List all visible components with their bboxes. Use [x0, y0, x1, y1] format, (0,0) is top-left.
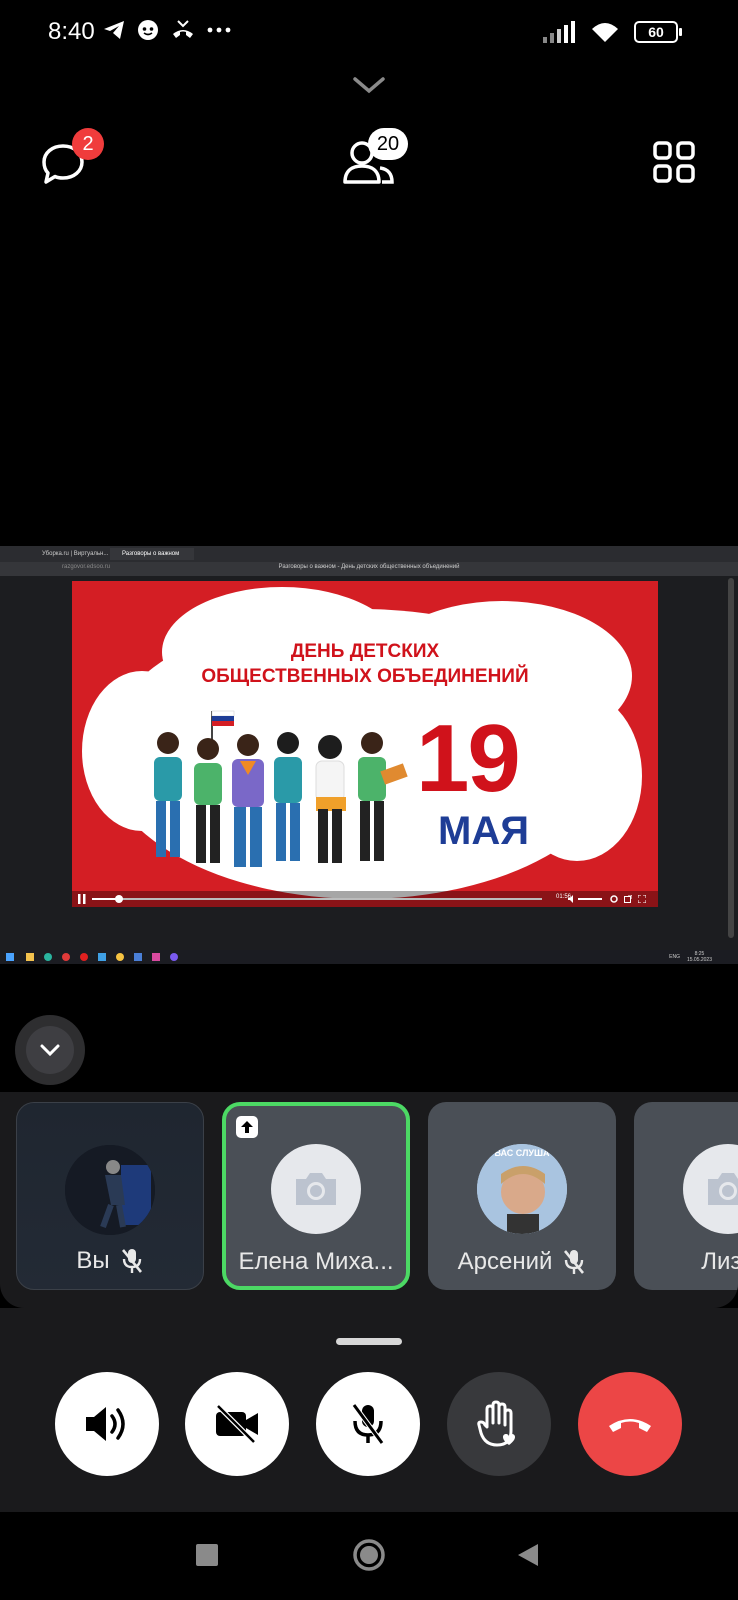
- chat-button[interactable]: 2: [40, 128, 110, 196]
- status-system-icons: 60: [542, 20, 682, 44]
- opera-icon: [80, 953, 88, 961]
- volume-slider[interactable]: [578, 898, 602, 900]
- settings-icon[interactable]: [610, 895, 618, 903]
- avatar: [271, 1144, 361, 1234]
- explorer-icon: [26, 953, 34, 961]
- chat-bot-icon: [138, 20, 158, 40]
- video-controls: 01:56: [72, 891, 658, 907]
- collapse-participants-button[interactable]: [15, 1015, 85, 1085]
- chat-unread-badge: 2: [72, 128, 104, 160]
- participant-tile-self[interactable]: Вы: [16, 1102, 204, 1290]
- mic-off-icon: [121, 1249, 142, 1273]
- external-link-icon[interactable]: [624, 895, 632, 903]
- drag-handle[interactable]: [336, 1338, 402, 1345]
- grid-view-icon[interactable]: [652, 140, 696, 184]
- status-notification-icons: [102, 18, 232, 42]
- taskbar-language: ENG: [669, 954, 680, 960]
- banner-title-line1: ДЕНЬ ДЕТСКИХ: [290, 641, 440, 662]
- telegram-icon: [104, 21, 124, 39]
- app-icon: [98, 953, 106, 961]
- participant-strip: Вы Елена Миха... ВАС СЛУША Арсений Лиз: [0, 1092, 738, 1308]
- browser-address-bar: razgovor.edsoo.ru Разговоры о важном - Д…: [0, 562, 738, 576]
- arrow-up-icon: [241, 1121, 253, 1133]
- taskbar-clock-date: 15.05.2023: [686, 957, 712, 963]
- browser-tab: Уборка.ru | Виртуальн...: [42, 551, 109, 557]
- shared-screen[interactable]: Уборка.ru | Виртуальн... Разговоры о важ…: [0, 546, 738, 964]
- banner-title-line2: ОБЩЕСТВЕННЫХ ОБЪЕДИНЕНИЙ: [201, 666, 529, 687]
- mic-off-icon: [351, 1403, 385, 1445]
- banner-date-month: МАЯ: [438, 809, 529, 853]
- browser-scrollbar: [728, 578, 734, 938]
- raise-hand-button[interactable]: [447, 1372, 551, 1476]
- windows-start-icon: [6, 953, 14, 961]
- participant-name-row: Лиза: [634, 1248, 738, 1276]
- pause-icon[interactable]: [78, 894, 86, 904]
- avatar: ВАС СЛУША: [477, 1144, 567, 1234]
- participant-name-row: Арсений: [428, 1248, 616, 1276]
- browser-tab-active: Разговоры о важном: [110, 548, 194, 560]
- banner-title: ДЕНЬ ДЕТСКИХ ОБЩЕСТВЕННЫХ ОБЪЕДИНЕНИЙ: [72, 639, 658, 689]
- video-player: ДЕНЬ ДЕТСКИХ ОБЩЕСТВЕННЫХ ОБЪЕДИНЕНИЙ 19…: [72, 581, 658, 907]
- avatar-caption: ВАС СЛУША: [494, 1148, 550, 1158]
- camera-icon: [708, 1173, 738, 1205]
- missed-call-icon: [173, 20, 193, 38]
- battery-indicator: 60: [634, 21, 682, 43]
- call-controls-panel: [0, 1308, 738, 1512]
- camera-icon: [296, 1173, 336, 1205]
- mic-toggle-button[interactable]: [316, 1372, 420, 1476]
- camera-off-icon: [216, 1404, 258, 1444]
- back-icon[interactable]: [516, 1542, 540, 1568]
- avatar-photo: [65, 1145, 155, 1235]
- participant-tile[interactable]: Елена Миха...: [222, 1102, 410, 1290]
- screen-share-indicator: [236, 1116, 258, 1138]
- mic-off-icon: [564, 1250, 585, 1274]
- participant-name: Арсений: [457, 1248, 553, 1275]
- windows-taskbar: ENG 8:25 15.05.2023: [0, 950, 738, 964]
- video-progress-knob[interactable]: [115, 895, 123, 903]
- video-progress[interactable]: [92, 895, 542, 903]
- browser-tab-bar: Уборка.ru | Виртуальн... Разговоры о важ…: [0, 546, 738, 562]
- fullscreen-icon[interactable]: [638, 895, 646, 903]
- speaker-button[interactable]: [55, 1372, 159, 1476]
- status-time: 8:40: [48, 18, 95, 45]
- children-illustration: [154, 710, 408, 867]
- participant-name-row: Елена Миха...: [226, 1248, 406, 1276]
- participant-name: Лиза: [701, 1248, 738, 1275]
- speaker-icon: [86, 1407, 125, 1441]
- participant-name-row: Вы: [17, 1247, 203, 1275]
- recents-icon[interactable]: [196, 1544, 218, 1566]
- participant-tile[interactable]: Лиза: [634, 1102, 738, 1290]
- app-icon: [170, 953, 178, 961]
- participant-tile[interactable]: ВАС СЛУША Арсений: [428, 1102, 616, 1290]
- participant-name: Елена Миха...: [238, 1248, 394, 1275]
- avatar: [65, 1145, 155, 1235]
- camera-toggle-button[interactable]: [185, 1372, 289, 1476]
- yandex-icon: [62, 953, 70, 961]
- taskbar-clock: 8:25 15.05.2023: [687, 951, 712, 963]
- signal-icon: [543, 21, 575, 43]
- raise-hand-icon: [477, 1400, 515, 1447]
- wifi-icon: [592, 23, 618, 42]
- participants-count-badge: 20: [368, 128, 408, 160]
- chrome-icon: [116, 953, 124, 961]
- edge-icon: [44, 953, 52, 961]
- chevron-down-icon: [40, 1044, 60, 1057]
- browser-page-title: Разговоры о важном - День детских общест…: [278, 564, 460, 570]
- chevron-down-icon[interactable]: [352, 76, 386, 94]
- banner-date-number: 19: [416, 705, 521, 812]
- android-navigation-bar: [0, 1512, 738, 1600]
- more-icon: [207, 27, 231, 33]
- participants-button[interactable]: 20: [342, 128, 422, 188]
- app-icon: [152, 953, 160, 961]
- collapse-button-inner: [26, 1026, 74, 1074]
- end-call-icon: [609, 1419, 651, 1432]
- banner-cloud: [512, 691, 642, 861]
- avatar: [683, 1144, 738, 1234]
- end-call-button[interactable]: [578, 1372, 682, 1476]
- home-icon[interactable]: [352, 1538, 386, 1572]
- volume-icon[interactable]: [568, 895, 576, 903]
- app-icon: [134, 953, 142, 961]
- participant-name: Вы: [76, 1247, 110, 1274]
